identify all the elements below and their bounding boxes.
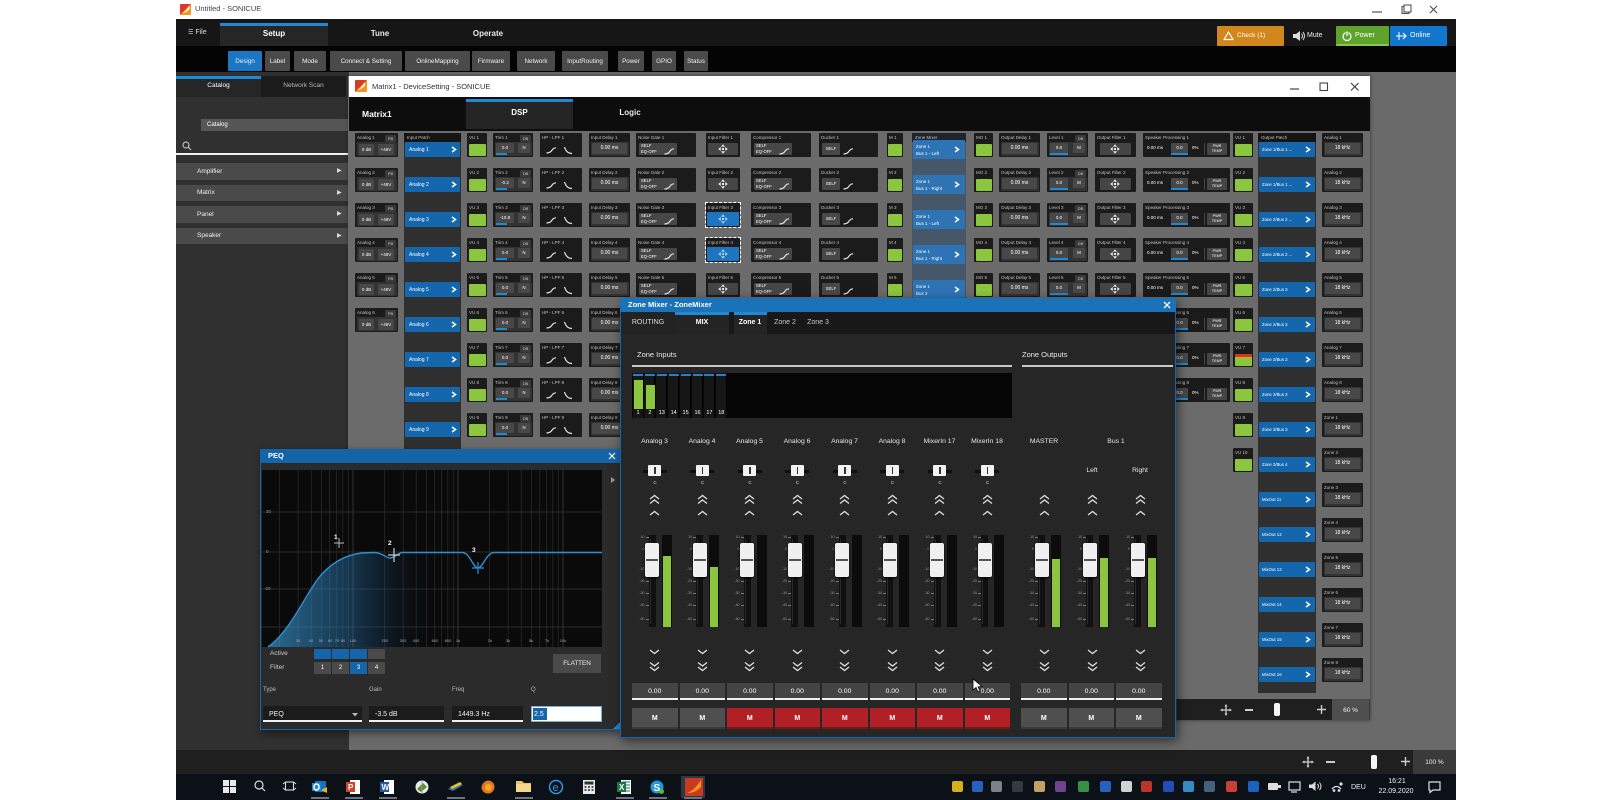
svg-text:P: P [348, 783, 354, 792]
svg-text:W: W [382, 783, 390, 792]
svg-text:e: e [553, 782, 559, 794]
svg-text:X: X [619, 783, 625, 792]
